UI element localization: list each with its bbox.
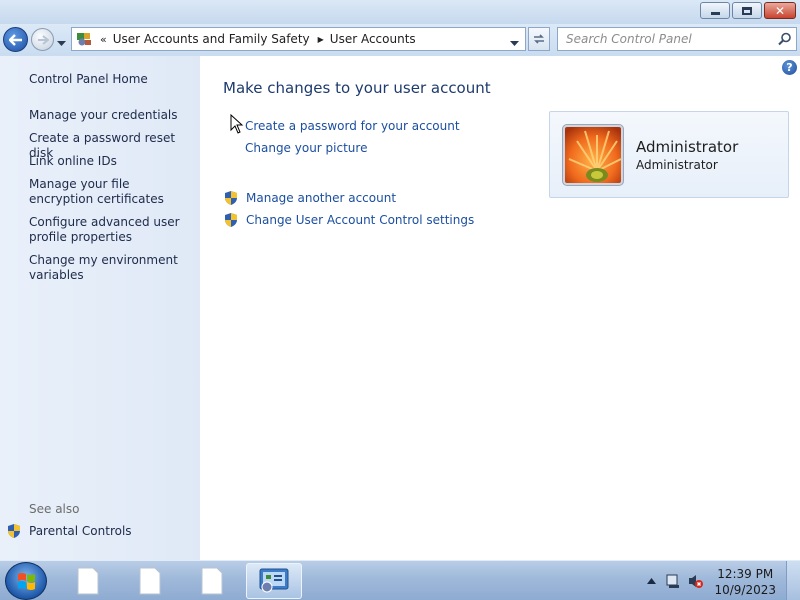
main-content: ? Make changes to your user account Crea… bbox=[200, 56, 800, 560]
account-tile: Administrator Administrator bbox=[549, 111, 789, 198]
taskbar-document-2[interactable] bbox=[122, 563, 178, 599]
uac-settings-label: Change User Account Control settings bbox=[246, 213, 475, 227]
flower-picture-icon bbox=[565, 127, 621, 183]
clock[interactable]: 12:39 PM 10/9/2023 bbox=[714, 566, 776, 598]
uac-shield-icon bbox=[225, 213, 237, 227]
taskbar-control-panel[interactable] bbox=[246, 563, 302, 599]
refresh-button[interactable] bbox=[528, 27, 550, 51]
search-box bbox=[557, 27, 797, 51]
window-title-bar: ✕ bbox=[0, 0, 800, 24]
minimize-icon bbox=[710, 11, 720, 15]
taskbar: 12:39 PM 10/9/2023 bbox=[0, 560, 800, 600]
help-icon: ? bbox=[786, 61, 793, 74]
sidebar-item-control-panel-home[interactable]: Control Panel Home bbox=[29, 72, 194, 87]
sidebar-item-advanced-profile-properties[interactable]: Configure advanced user profile properti… bbox=[29, 215, 194, 245]
document-icon bbox=[201, 567, 223, 595]
control-panel-icon bbox=[259, 568, 289, 593]
refresh-icon bbox=[534, 34, 544, 44]
search-icon[interactable] bbox=[778, 32, 792, 46]
recent-pages-dropdown[interactable] bbox=[57, 36, 66, 50]
account-name: Administrator bbox=[636, 138, 739, 156]
sidebar-item-parental-controls[interactable]: Parental Controls bbox=[6, 523, 132, 539]
search-input[interactable] bbox=[566, 32, 776, 46]
uac-settings-link[interactable]: Change User Account Control settings bbox=[223, 212, 474, 228]
address-bar[interactable]: « User Accounts and Family Safety ▶ User… bbox=[71, 27, 526, 51]
document-icon bbox=[77, 567, 99, 595]
manage-another-account-label: Manage another account bbox=[246, 191, 397, 205]
taskbar-document-1[interactable] bbox=[60, 563, 116, 599]
breadcrumb-separator-icon[interactable]: ▶ bbox=[318, 35, 324, 44]
sidebar-item-file-encryption-certificates[interactable]: Manage your file encryption certificates bbox=[29, 177, 194, 207]
back-arrow-icon bbox=[8, 33, 22, 46]
change-picture-link[interactable]: Change your picture bbox=[245, 141, 367, 155]
back-button[interactable] bbox=[3, 27, 28, 52]
windows-logo-icon bbox=[18, 573, 35, 590]
document-icon bbox=[139, 567, 161, 595]
close-button[interactable]: ✕ bbox=[764, 2, 796, 19]
system-tray: 12:39 PM 10/9/2023 bbox=[640, 561, 800, 600]
start-button[interactable] bbox=[5, 562, 47, 600]
see-also-heading: See also bbox=[29, 502, 80, 516]
window-controls: ✕ bbox=[700, 2, 796, 19]
uac-shield-icon bbox=[225, 191, 237, 205]
breadcrumb-user-accounts-family-safety[interactable]: User Accounts and Family Safety bbox=[113, 32, 310, 46]
navigation-bar: « User Accounts and Family Safety ▶ User… bbox=[0, 24, 800, 56]
clock-date: 10/9/2023 bbox=[714, 583, 776, 597]
forward-button[interactable] bbox=[31, 28, 54, 51]
mouse-pointer-icon bbox=[230, 114, 244, 134]
show-hidden-icons-button[interactable] bbox=[647, 578, 656, 584]
restore-icon bbox=[742, 6, 752, 15]
breadcrumb-overflow[interactable]: « bbox=[100, 33, 107, 46]
sidebar-item-environment-variables[interactable]: Change my environment variables bbox=[29, 253, 194, 283]
avatar[interactable] bbox=[563, 125, 623, 185]
account-type: Administrator bbox=[636, 158, 718, 172]
show-desktop-button[interactable] bbox=[786, 561, 800, 600]
page-title: Make changes to your user account bbox=[223, 79, 491, 97]
maximize-button[interactable] bbox=[732, 2, 762, 19]
chevron-down-icon bbox=[510, 41, 519, 46]
action-center-icon[interactable] bbox=[665, 573, 681, 589]
create-password-link[interactable]: Create a password for your account bbox=[245, 119, 460, 133]
forward-arrow-icon bbox=[37, 34, 49, 45]
minimize-button[interactable] bbox=[700, 2, 730, 19]
breadcrumb-user-accounts[interactable]: User Accounts bbox=[330, 32, 416, 46]
manage-another-account-link[interactable]: Manage another account bbox=[223, 190, 396, 206]
left-task-pane: Control Panel Home Manage your credentia… bbox=[0, 56, 200, 560]
address-dropdown[interactable] bbox=[510, 36, 519, 50]
help-button[interactable]: ? bbox=[782, 60, 797, 75]
clock-time: 12:39 PM bbox=[717, 567, 774, 581]
volume-muted-icon[interactable] bbox=[687, 573, 703, 589]
taskbar-document-3[interactable] bbox=[184, 563, 240, 599]
chevron-down-icon bbox=[57, 41, 66, 46]
control-panel-icon bbox=[77, 33, 91, 46]
sidebar-item-manage-credentials[interactable]: Manage your credentials bbox=[29, 108, 194, 123]
parental-controls-label: Parental Controls bbox=[29, 524, 132, 538]
sidebar-item-link-online-ids[interactable]: Link online IDs bbox=[29, 154, 194, 169]
uac-shield-icon bbox=[8, 524, 20, 538]
close-icon: ✕ bbox=[774, 3, 786, 18]
